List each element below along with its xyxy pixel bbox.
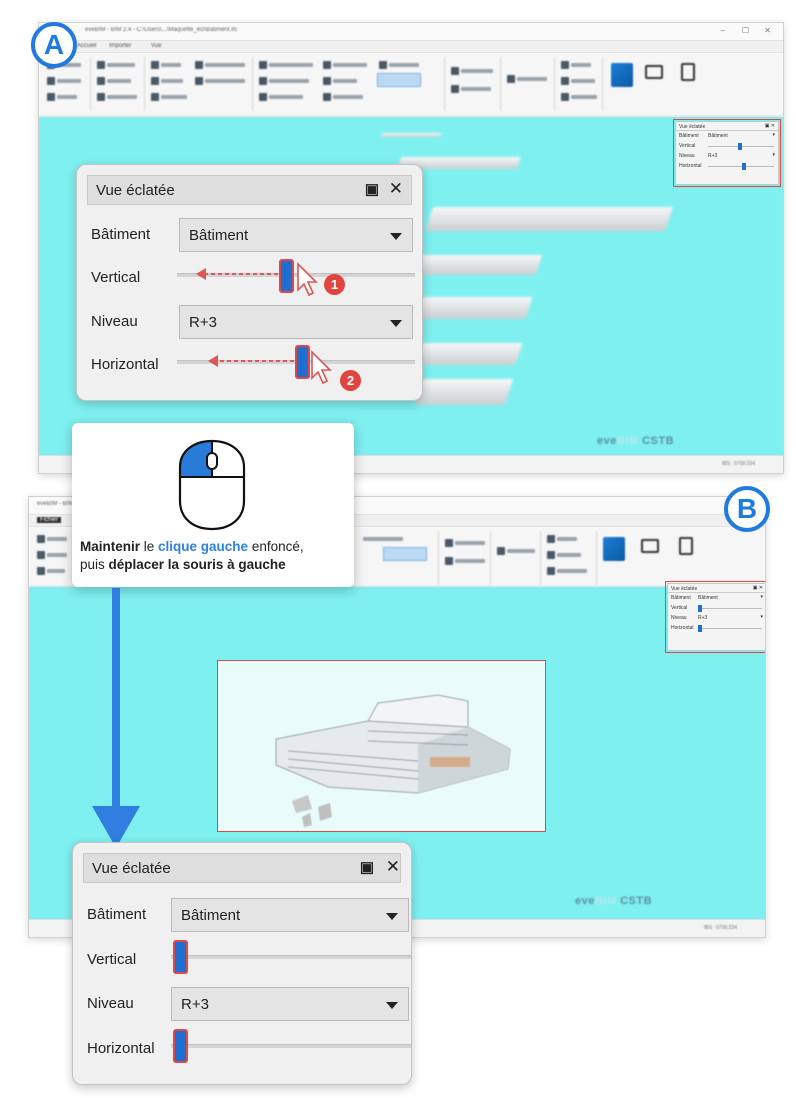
batiment-value: Bâtiment bbox=[181, 907, 241, 924]
chevron-down-icon bbox=[386, 913, 398, 920]
horizontal-slider-track[interactable] bbox=[171, 1044, 411, 1048]
chevron-down-icon bbox=[386, 1002, 398, 1009]
niveau-label: Niveau bbox=[87, 995, 134, 1012]
horizontal-label: Horizontal bbox=[87, 1040, 155, 1057]
vertical-slider-thumb[interactable] bbox=[173, 940, 188, 974]
close-icon[interactable]: ✕ bbox=[386, 857, 400, 877]
panel-header: Vue éclatée ▣ ✕ bbox=[83, 853, 401, 883]
panel-title: Vue éclatée bbox=[92, 860, 171, 877]
batiment-select[interactable]: Bâtiment bbox=[171, 898, 409, 932]
horizontal-slider-thumb[interactable] bbox=[173, 1029, 188, 1063]
batiment-label: Bâtiment bbox=[87, 906, 147, 923]
niveau-value: R+3 bbox=[181, 996, 209, 1013]
exploded-view-panel-zoom-b: Vue éclatée ▣ ✕ Bâtiment Bâtiment Vertic… bbox=[72, 842, 412, 1085]
vertical-slider-track[interactable] bbox=[171, 955, 411, 959]
vertical-label: Vertical bbox=[87, 951, 137, 968]
niveau-select[interactable]: R+3 bbox=[171, 987, 409, 1021]
float-window-icon[interactable]: ▣ bbox=[360, 858, 374, 876]
